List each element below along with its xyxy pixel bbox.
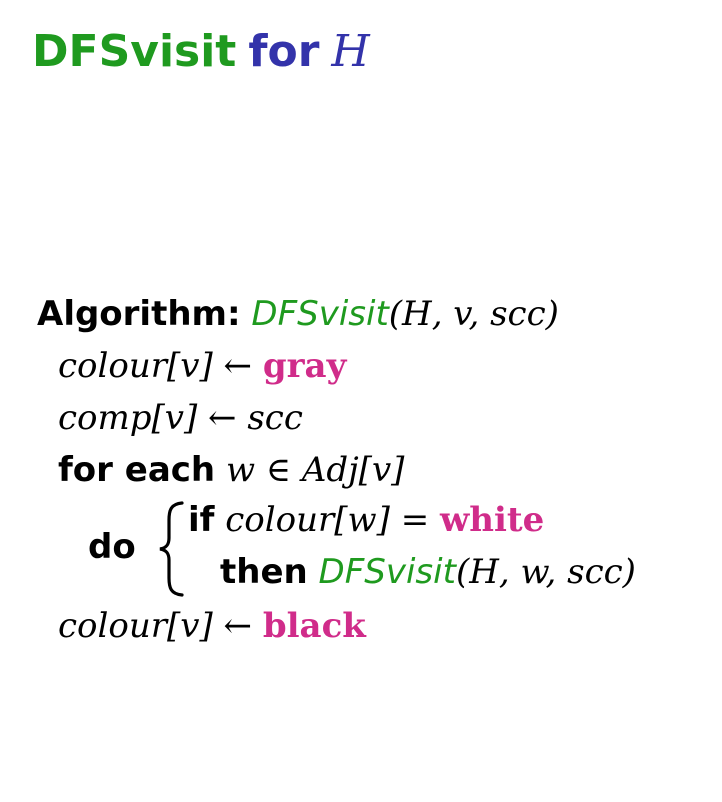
algorithm-line-comp: comp[v] ← scc bbox=[58, 396, 303, 440]
line1-value: gray bbox=[262, 346, 347, 386]
line5-lhs: colour[v] ← bbox=[58, 606, 263, 646]
title-for-word: for bbox=[248, 26, 320, 77]
then-args: (H, w, scc) bbox=[455, 552, 636, 592]
then-keyword: then bbox=[220, 552, 308, 592]
title-graph-symbol: H bbox=[331, 26, 370, 77]
for-each-keyword: for each bbox=[58, 450, 216, 490]
line5-value: black bbox=[262, 606, 366, 646]
algorithm-params: (H, v, scc) bbox=[388, 294, 559, 334]
line2-text: comp[v] ← scc bbox=[58, 398, 303, 438]
algorithm-name: DFSvisit bbox=[251, 294, 389, 334]
slide-title: DFSvisit for H bbox=[32, 24, 370, 80]
left-brace-icon bbox=[159, 501, 184, 597]
then-call: DFSvisit bbox=[318, 552, 456, 592]
do-keyword: do bbox=[88, 527, 136, 567]
do-keyword-line: do bbox=[88, 525, 136, 569]
algorithm-line-if: if colour[w] = white bbox=[188, 498, 544, 542]
if-value: white bbox=[440, 500, 545, 540]
if-keyword: if bbox=[188, 500, 215, 540]
algorithm-line-then: then DFSvisit(H, w, scc) bbox=[220, 550, 636, 594]
line1-lhs: colour[v] ← bbox=[58, 346, 263, 386]
algorithm-line-colour-black: colour[v] ← black bbox=[58, 604, 366, 648]
if-expr: colour[w] = bbox=[225, 500, 441, 540]
algorithm-line-colour-gray: colour[v] ← gray bbox=[58, 344, 346, 388]
for-each-expr: w ∈ Adj[v] bbox=[225, 450, 405, 490]
title-function-name: DFSvisit bbox=[32, 26, 237, 77]
algorithm-label: Algorithm: bbox=[37, 294, 241, 334]
algorithm-header: Algorithm: DFSvisit(H, v, scc) bbox=[37, 292, 559, 336]
algorithm-line-for-each: for each w ∈ Adj[v] bbox=[58, 448, 404, 492]
